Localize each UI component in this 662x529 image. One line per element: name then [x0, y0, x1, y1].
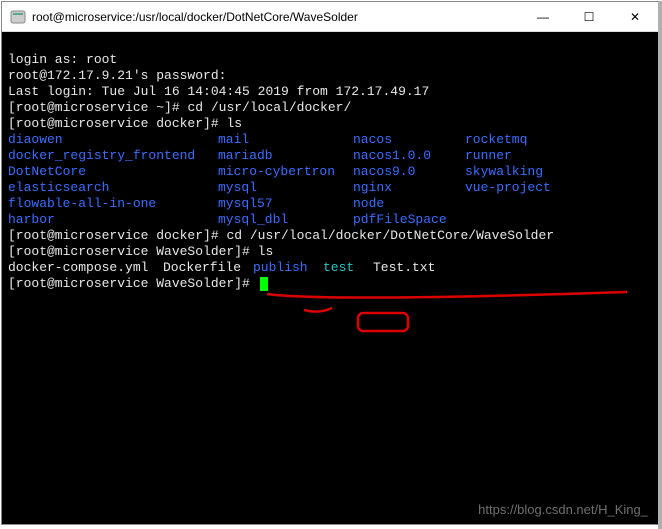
- window-titlebar: root@microservice:/usr/local/docker/DotN…: [2, 2, 658, 32]
- terminal-icon: [10, 9, 26, 25]
- ls-row-4: flowable-all-in-onemysql57node: [8, 196, 465, 211]
- maximize-button[interactable]: ☐: [566, 2, 612, 31]
- minimize-button[interactable]: —: [520, 2, 566, 31]
- prompt-line-3: [root@microservice docker]# cd /usr/loca…: [8, 228, 554, 243]
- ls-row-3: elasticsearchmysqlnginxvue-project: [8, 180, 551, 195]
- terminal-body[interactable]: login as: root root@172.17.9.21's passwo…: [2, 32, 658, 524]
- annotation-underline-2-icon: [257, 288, 334, 339]
- terminal-window: root@microservice:/usr/local/docker/DotN…: [1, 1, 659, 525]
- prompt-line-1: [root@microservice ~]# cd /usr/local/doc…: [8, 100, 351, 115]
- watermark: https://blog.csdn.net/H_King_: [478, 502, 648, 518]
- annotation-box-test-icon: [310, 296, 411, 355]
- prompt-line-4: [root@microservice WaveSolder]# ls: [8, 244, 273, 259]
- login-prompt: login as: root: [8, 52, 117, 67]
- ls-row-2: DotNetCoremicro-cybertronnacos9.0skywalk…: [8, 164, 543, 179]
- ls-row-1: docker_registry_frontendmariadbnacos1.0.…: [8, 148, 512, 163]
- ls-row-5: harbormysql_dblpdfFileSpace: [8, 212, 465, 227]
- prompt-line-5: [root@microservice WaveSolder]#: [8, 276, 268, 291]
- ls2-row: docker-compose.ymlDockerfilepublishtestT…: [8, 260, 435, 275]
- annotation-underline-1-icon: [220, 272, 627, 329]
- prompt-line-2: [root@microservice docker]# ls: [8, 116, 242, 131]
- password-prompt: root@172.17.9.21's password:: [8, 68, 226, 83]
- close-button[interactable]: ✕: [612, 2, 658, 31]
- window-title: root@microservice:/usr/local/docker/DotN…: [32, 10, 520, 24]
- last-login: Last login: Tue Jul 16 14:04:45 2019 fro…: [8, 84, 429, 99]
- ls-row-0: diaowenmailnacosrocketmq: [8, 132, 527, 147]
- window-controls: — ☐ ✕: [520, 2, 658, 31]
- cursor-icon: [260, 277, 268, 291]
- right-edge-decoration: [658, 1, 662, 529]
